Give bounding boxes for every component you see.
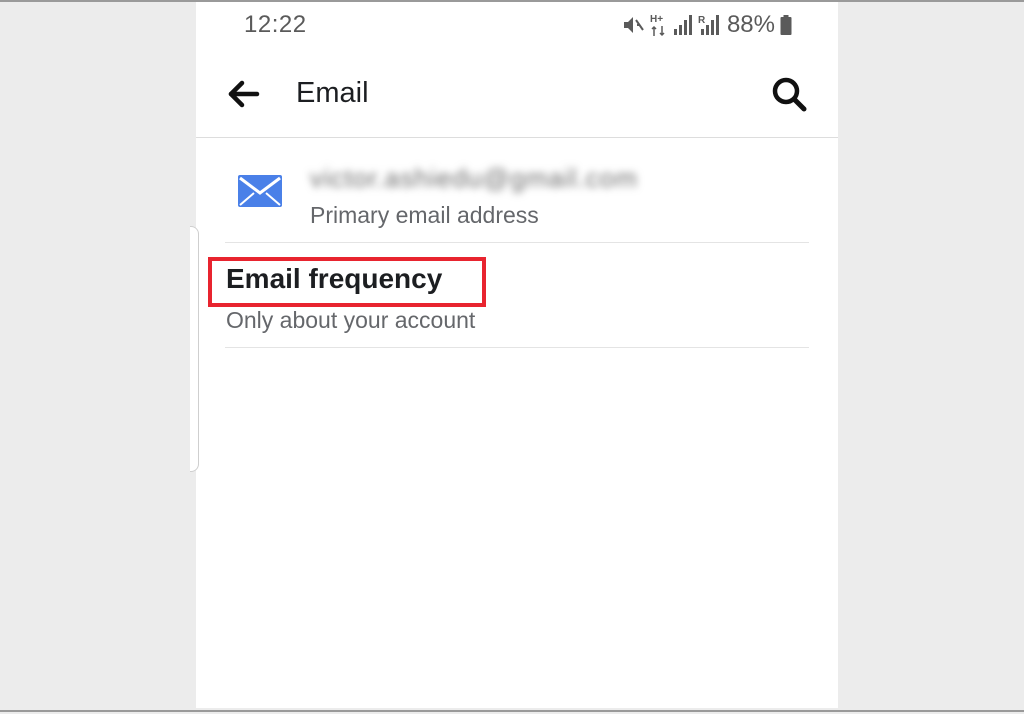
email-frequency-title: Email frequency xyxy=(226,263,443,294)
sim-label: R xyxy=(698,15,706,26)
data-arrows-icon: H+ xyxy=(650,14,665,37)
email-frequency-row[interactable]: Email frequency Only about your account xyxy=(196,244,838,348)
frame-bottom-border xyxy=(0,710,1024,712)
status-bar: 12:22 H+ R 88% xyxy=(196,2,838,50)
phone-screen: 12:22 H+ R 88% Email victor.ashiedu@gmai… xyxy=(190,2,838,708)
primary-email-row[interactable]: victor.ashiedu@gmail.com Primary email a… xyxy=(196,139,838,243)
battery-percent: 88% xyxy=(726,11,775,38)
envelope-icon xyxy=(238,175,282,207)
divider xyxy=(225,347,809,348)
page-title: Email xyxy=(296,77,369,109)
battery-icon xyxy=(780,15,792,35)
arrow-left-icon xyxy=(228,80,260,108)
roaming-signal-icon: R xyxy=(698,15,719,35)
status-icons: H+ R 88% xyxy=(621,11,792,39)
app-bar: Email xyxy=(196,50,838,138)
search-button[interactable] xyxy=(770,75,810,115)
email-frequency-subtitle: Only about your account xyxy=(226,307,476,333)
divider xyxy=(225,242,809,243)
status-time: 12:22 xyxy=(244,11,307,38)
search-icon xyxy=(772,77,807,112)
email-address: victor.ashiedu@gmail.com xyxy=(310,163,638,193)
email-address-label: Primary email address xyxy=(310,202,539,228)
back-button[interactable] xyxy=(226,76,264,112)
network-type-label: H+ xyxy=(650,14,663,25)
mute-icon xyxy=(623,17,644,33)
signal-icon xyxy=(673,15,692,35)
